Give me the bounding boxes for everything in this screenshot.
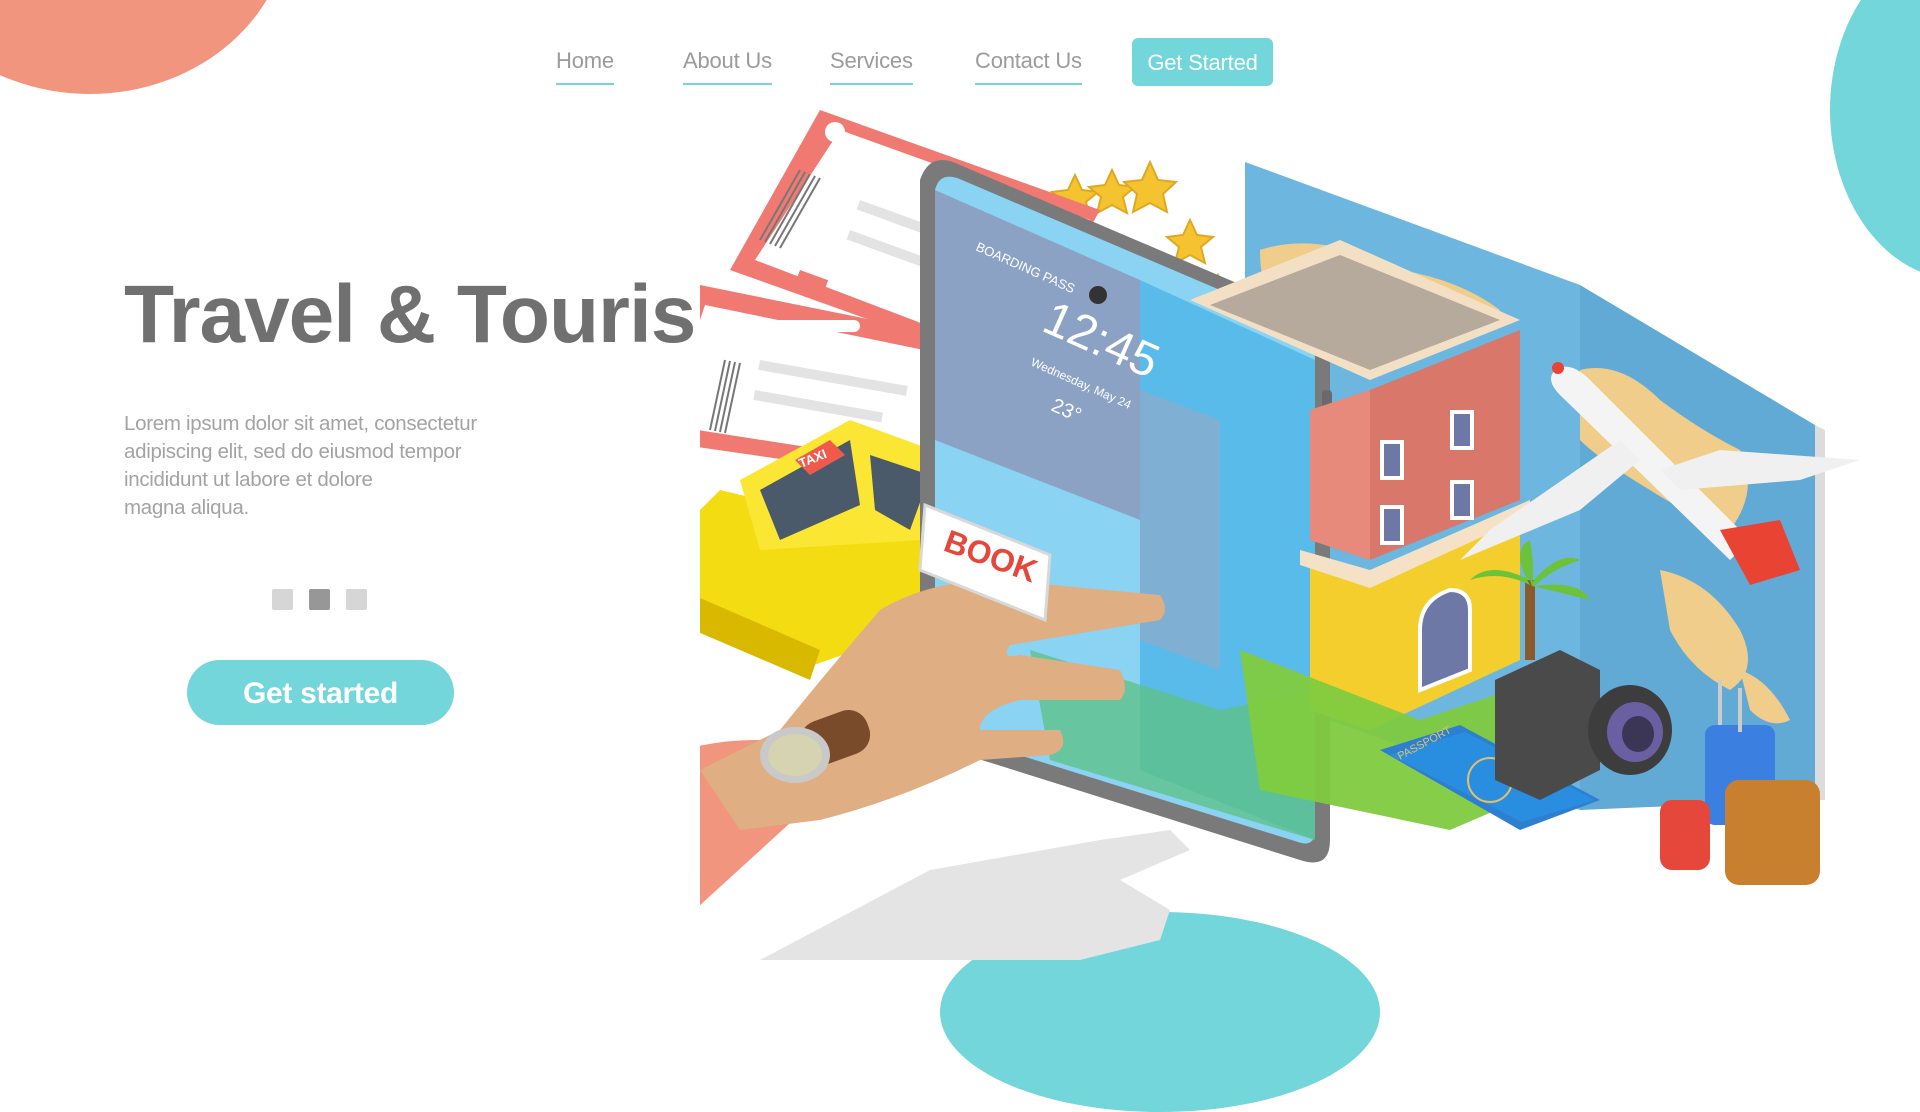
description-line: incididunt ut labore et dolore [124,468,373,491]
page-title: Travel & Tourism [124,269,768,360]
hero-get-started-button[interactable]: Get started [187,660,454,725]
carousel-indicators [272,589,367,610]
nav-link-home[interactable]: Home [556,48,614,85]
carousel-dot-3[interactable] [346,589,367,610]
description-line: magna aliqua. [124,496,249,519]
top-navigation: Home About Us Services Contact Us Get St… [0,38,1920,88]
nav-link-about-us[interactable]: About Us [683,48,772,85]
nav-link-contact-us[interactable]: Contact Us [975,48,1082,85]
carousel-dot-2-active[interactable] [309,589,330,610]
travel-booking-illustration: TAXI BOARDING PASS 12:45 Wednesday, May … [700,110,1880,960]
nav-link-services[interactable]: Services [830,48,913,85]
phone-camera-icon [1089,286,1107,304]
description-line: adipiscing elit, sed do eiusmod tempor [124,440,462,463]
nav-get-started-button[interactable]: Get Started [1132,38,1273,86]
hand-shadow [760,830,1190,960]
carousel-dot-1[interactable] [272,589,293,610]
hero-description: Lorem ipsum dolor sit amet, consectetur … [124,410,554,522]
description-line: Lorem ipsum dolor sit amet, consectetur [124,412,477,435]
